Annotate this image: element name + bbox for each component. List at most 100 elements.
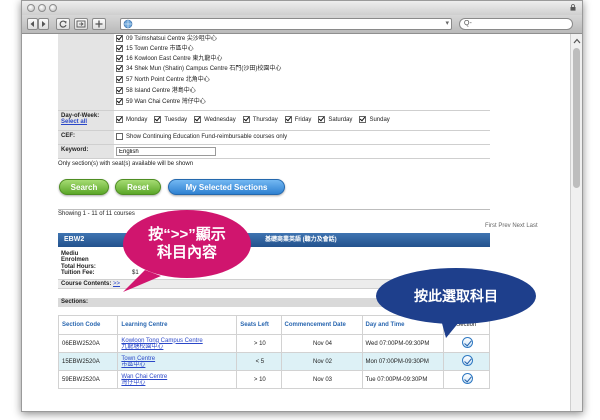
day-option-thursday[interactable]: Thursday: [242, 115, 278, 126]
centre-checkbox[interactable]: [116, 45, 123, 52]
day-checkbox[interactable]: [359, 115, 367, 123]
site-globe-icon: [123, 19, 133, 29]
centre-option-59[interactable]: 59 Wan Chai Centre 灣仔中心: [116, 98, 206, 107]
back-arrow-icon: [30, 21, 34, 27]
learning-centre-cell: Wan Chai Centre 灣仔中心: [117, 370, 238, 389]
reload-icon: [59, 20, 67, 28]
pagination[interactable]: First Prev Next Last: [485, 223, 538, 229]
pink-callout: 按“>>”顯示 科目內容: [137, 226, 237, 262]
cef-option[interactable]: Show Continuing Education Fund-reimbursa…: [116, 131, 490, 144]
day-checkbox[interactable]: [194, 115, 202, 123]
centre-checkbox[interactable]: [116, 35, 123, 42]
centre-checkbox[interactable]: [116, 87, 123, 94]
reload-button[interactable]: [56, 18, 70, 30]
table-row: 15EBW2520A Town Centre 市區中心 < 5 Nov 02 Mo…: [57, 352, 490, 371]
centre-checkbox[interactable]: [116, 76, 123, 83]
day-checkbox[interactable]: [154, 115, 162, 123]
learning-centre-cell: Town Centre 市區中心: [117, 352, 238, 371]
action-buttons: Search Reset My Selected Sections: [58, 179, 490, 197]
learning-centre-row: 09 Tsimshatsui Centre 尖沙咀中心 15 Town Cent…: [58, 34, 490, 111]
commencement-date: Nov 03: [280, 370, 363, 389]
navy-callout-shape: [376, 268, 536, 338]
title-bar: [22, 1, 582, 15]
minimize-window-icon[interactable]: [38, 4, 46, 12]
close-window-icon[interactable]: [27, 4, 35, 12]
day-option-monday[interactable]: Monday: [116, 115, 147, 126]
day-option-friday[interactable]: Friday: [284, 115, 311, 126]
address-dropdown-icon[interactable]: ▾: [445, 19, 449, 29]
day-option-saturday[interactable]: Saturday: [318, 115, 352, 126]
select-section-check-icon[interactable]: [461, 355, 473, 366]
centre-label: 15 Town Centre 市區中心: [126, 46, 194, 53]
centre-link-zh[interactable]: 灣仔中心: [121, 380, 235, 386]
day-label: Monday: [126, 117, 148, 123]
reset-button[interactable]: Reset: [115, 179, 161, 195]
select-all-link[interactable]: Select all: [61, 119, 111, 125]
day-label: Thursday: [252, 117, 278, 123]
day-option-sunday[interactable]: Sunday: [359, 115, 390, 126]
cef-checkbox[interactable]: [116, 132, 123, 140]
course-contents-label: Course Contents:: [61, 281, 112, 287]
centre-link-zh[interactable]: 九龍塘校園中心: [121, 344, 235, 350]
day-option-tuesday[interactable]: Tuesday: [154, 115, 187, 126]
forward-button[interactable]: [38, 18, 49, 30]
section-code: 15EBW2520A: [57, 352, 119, 371]
day-of-week-row: Day-of-Week: Select all Monday Tuesday Wed…: [58, 111, 490, 131]
day-checkbox[interactable]: [318, 115, 326, 123]
pink-callout-line1: 按“>>”顯示: [148, 226, 226, 243]
section-code: 59EBW2520A: [57, 370, 119, 389]
add-bookmark-button[interactable]: [92, 18, 106, 30]
day-time: Mon 07:00PM-09:30PM: [361, 352, 444, 371]
col-learning-centre: Learning Centre: [117, 315, 238, 335]
learning-centre-label-cell: [58, 34, 114, 110]
day-label: Sunday: [369, 117, 390, 123]
day-checkbox[interactable]: [242, 115, 250, 123]
search-button[interactable]: Search: [59, 179, 109, 195]
course-code: EBW2: [64, 236, 85, 243]
centre-option-15[interactable]: 15 Town Centre 市區中心: [116, 45, 194, 54]
day-label: Tuesday: [164, 117, 188, 123]
detail-fee-label: Tuition Fee:: [61, 270, 95, 277]
search-field[interactable]: Q-: [459, 18, 573, 30]
centre-option-34[interactable]: 34 Shek Mun (Shatin) Campus Centre 石門(沙田…: [116, 65, 281, 74]
centre-option-09[interactable]: 09 Tsimshatsui Centre 尖沙咀中心: [116, 35, 217, 44]
centre-option-57[interactable]: 57 North Point Centre 北角中心: [116, 76, 210, 85]
section-code: 06EBW2520A: [57, 334, 119, 353]
keyword-input[interactable]: [116, 147, 216, 156]
seats-left: > 10: [236, 370, 282, 389]
day-label: Wednesday: [204, 117, 236, 123]
day-time: Tue 07:00PM-09:30PM: [361, 370, 444, 389]
seat-availability-note: Only section(s) with seat(s) available w…: [58, 161, 194, 167]
back-button[interactable]: [27, 18, 38, 30]
keyword-row: Keyword:: [58, 145, 490, 159]
select-section-cell: [442, 352, 490, 371]
scrollbar-thumb[interactable]: [573, 48, 580, 188]
centre-label: 59 Wan Chai Centre 灣仔中心: [126, 99, 206, 106]
forward-arrow-icon: [42, 21, 46, 27]
course-details: Mediu Enrolmen Total Hours: Tuition Fee:: [61, 251, 96, 277]
centre-checkbox[interactable]: [116, 65, 123, 72]
centre-label: 58 Island Centre 港島中心: [126, 88, 196, 95]
navy-callout: 按此選取科目: [414, 288, 498, 304]
pink-callout-line2: 科目內容: [156, 244, 217, 261]
day-option-wednesday[interactable]: Wednesday: [194, 115, 236, 126]
seats-left: < 5: [236, 352, 282, 371]
zoom-window-icon[interactable]: [49, 4, 57, 12]
my-selected-sections-button[interactable]: My Selected Sections: [168, 179, 285, 195]
centre-checkbox[interactable]: [116, 55, 123, 62]
day-checkbox[interactable]: [116, 115, 123, 123]
address-bar[interactable]: ▾: [120, 18, 452, 30]
centre-option-58[interactable]: 58 Island Centre 港島中心: [116, 87, 196, 96]
commencement-date: Nov 02: [280, 352, 363, 371]
centre-link-zh[interactable]: 市區中心: [121, 362, 235, 368]
scroll-up-icon[interactable]: [572, 37, 582, 45]
keyword-cell: [116, 145, 490, 158]
seats-left: > 10: [236, 334, 282, 353]
day-checkbox[interactable]: [284, 115, 292, 123]
select-section-check-icon[interactable]: [461, 373, 473, 384]
cef-row: CEF: Show Continuing Education Fund-reim…: [58, 131, 490, 145]
snapback-button[interactable]: [74, 18, 88, 30]
vertical-scrollbar[interactable]: [570, 34, 582, 411]
centre-option-16[interactable]: 16 Kowloon East Centre 東九龍中心: [116, 55, 222, 64]
centre-checkbox[interactable]: [116, 98, 123, 105]
